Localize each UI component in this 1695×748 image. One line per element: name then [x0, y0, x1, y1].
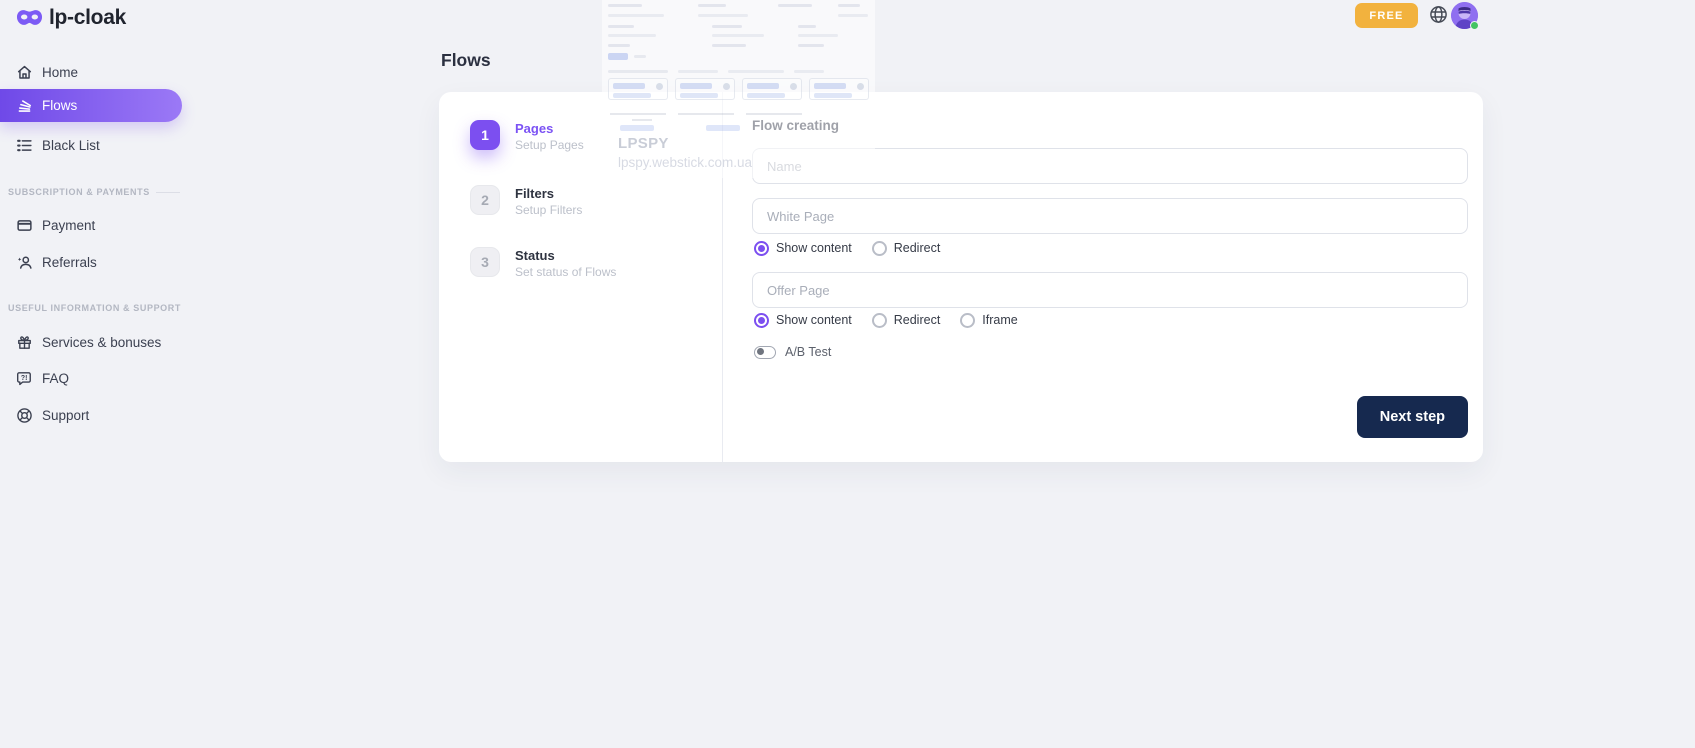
white-page-show-content-radio[interactable]: Show content — [754, 241, 852, 256]
sidebar-item-support[interactable]: Support — [0, 400, 182, 430]
white-page-redirect-radio[interactable]: Redirect — [872, 241, 941, 256]
radio-label: Show content — [776, 313, 852, 327]
online-status-dot — [1470, 21, 1479, 30]
card-divider — [722, 92, 723, 462]
logo[interactable]: lp-cloak — [16, 6, 126, 30]
flow-form: Flow creating Show content Redirect Show… — [752, 92, 1468, 462]
sidebar-item-label: FAQ — [42, 371, 69, 386]
ab-test-row: A/B Test — [754, 340, 831, 364]
list-icon — [16, 137, 33, 154]
referral-user-icon — [16, 254, 33, 271]
step-title: Status — [515, 248, 616, 263]
step-number: 1 — [470, 120, 500, 150]
radio-unchecked-icon — [872, 241, 887, 256]
language-globe-icon[interactable] — [1429, 5, 1448, 24]
stepper-step-status[interactable]: 3 Status Set status of Flows — [470, 247, 616, 279]
radio-unchecked-icon — [872, 313, 887, 328]
stepper-step-pages[interactable]: 1 Pages Setup Pages — [470, 120, 584, 152]
ab-test-label: A/B Test — [785, 345, 831, 359]
sidebar-item-label: Payment — [42, 218, 95, 233]
radio-label: Iframe — [982, 313, 1017, 327]
step-title: Pages — [515, 121, 584, 136]
sidebar-item-referrals[interactable]: Referrals — [0, 247, 182, 277]
sidebar-item-faq[interactable]: ?! FAQ — [0, 363, 182, 393]
page-title: Flows — [441, 50, 491, 71]
sidebar-item-label: Referrals — [42, 255, 97, 270]
sidebar: lp-cloak Home Flows — [0, 0, 190, 748]
radio-label: Show content — [776, 241, 852, 255]
name-input[interactable] — [752, 148, 1468, 184]
ab-test-toggle[interactable] — [754, 346, 776, 359]
app-window: lp-cloak Home Flows — [0, 0, 1695, 748]
form-title: Flow creating — [752, 118, 839, 133]
stepper-step-filters[interactable]: 2 Filters Setup Filters — [470, 185, 582, 217]
step-subtitle: Setup Filters — [515, 203, 582, 217]
step-subtitle: Setup Pages — [515, 138, 584, 152]
offer-page-input[interactable] — [752, 272, 1468, 308]
section-header-label: SUBSCRIPTION & PAYMENTS — [8, 187, 150, 197]
radio-label: Redirect — [894, 241, 941, 255]
offer-page-show-content-radio[interactable]: Show content — [754, 313, 852, 328]
credit-card-icon — [16, 217, 33, 234]
faq-bubble-icon: ?! — [16, 370, 33, 387]
toggle-knob — [757, 348, 764, 355]
offer-page-iframe-radio[interactable]: Iframe — [960, 313, 1017, 328]
radio-checked-icon — [754, 313, 769, 328]
step-number: 2 — [470, 185, 500, 215]
sidebar-item-flows[interactable]: Flows — [0, 89, 182, 122]
flows-stack-icon — [16, 97, 33, 114]
plan-badge[interactable]: FREE — [1355, 3, 1418, 28]
sidebar-item-home[interactable]: Home — [0, 57, 182, 87]
support-lifering-icon — [16, 407, 33, 424]
step-number: 3 — [470, 247, 500, 277]
sidebar-item-label: Home — [42, 65, 78, 80]
sidebar-section-support: USEFUL INFORMATION & SUPPORT — [8, 303, 180, 313]
offer-page-redirect-radio[interactable]: Redirect — [872, 313, 941, 328]
sidebar-item-label: Flows — [42, 98, 77, 113]
sidebar-item-label: Support — [42, 408, 89, 423]
gift-icon — [16, 334, 33, 351]
svg-text:?!: ?! — [21, 374, 28, 381]
next-step-button[interactable]: Next step — [1357, 396, 1468, 438]
home-icon — [16, 64, 33, 81]
white-page-mode-group: Show content Redirect — [754, 236, 940, 260]
offer-page-mode-group: Show content Redirect Iframe — [754, 308, 1018, 332]
sidebar-item-label: Black List — [42, 138, 100, 153]
sidebar-item-label: Services & bonuses — [42, 335, 161, 350]
sidebar-item-payment[interactable]: Payment — [0, 210, 182, 240]
sidebar-item-services-bonuses[interactable]: Services & bonuses — [0, 327, 182, 357]
radio-checked-icon — [754, 241, 769, 256]
user-avatar[interactable] — [1451, 2, 1478, 29]
sidebar-section-subscription: SUBSCRIPTION & PAYMENTS — [8, 187, 180, 197]
radio-label: Redirect — [894, 313, 941, 327]
step-title: Filters — [515, 186, 582, 201]
section-header-label: USEFUL INFORMATION & SUPPORT — [8, 303, 181, 313]
sidebar-item-black-list[interactable]: Black List — [0, 130, 182, 160]
mask-logo-icon — [16, 8, 43, 28]
logo-text: lp-cloak — [49, 6, 126, 30]
radio-unchecked-icon — [960, 313, 975, 328]
flow-creating-card: 1 Pages Setup Pages 2 Filters Setup Filt… — [439, 92, 1483, 462]
white-page-input[interactable] — [752, 198, 1468, 234]
step-subtitle: Set status of Flows — [515, 265, 616, 279]
